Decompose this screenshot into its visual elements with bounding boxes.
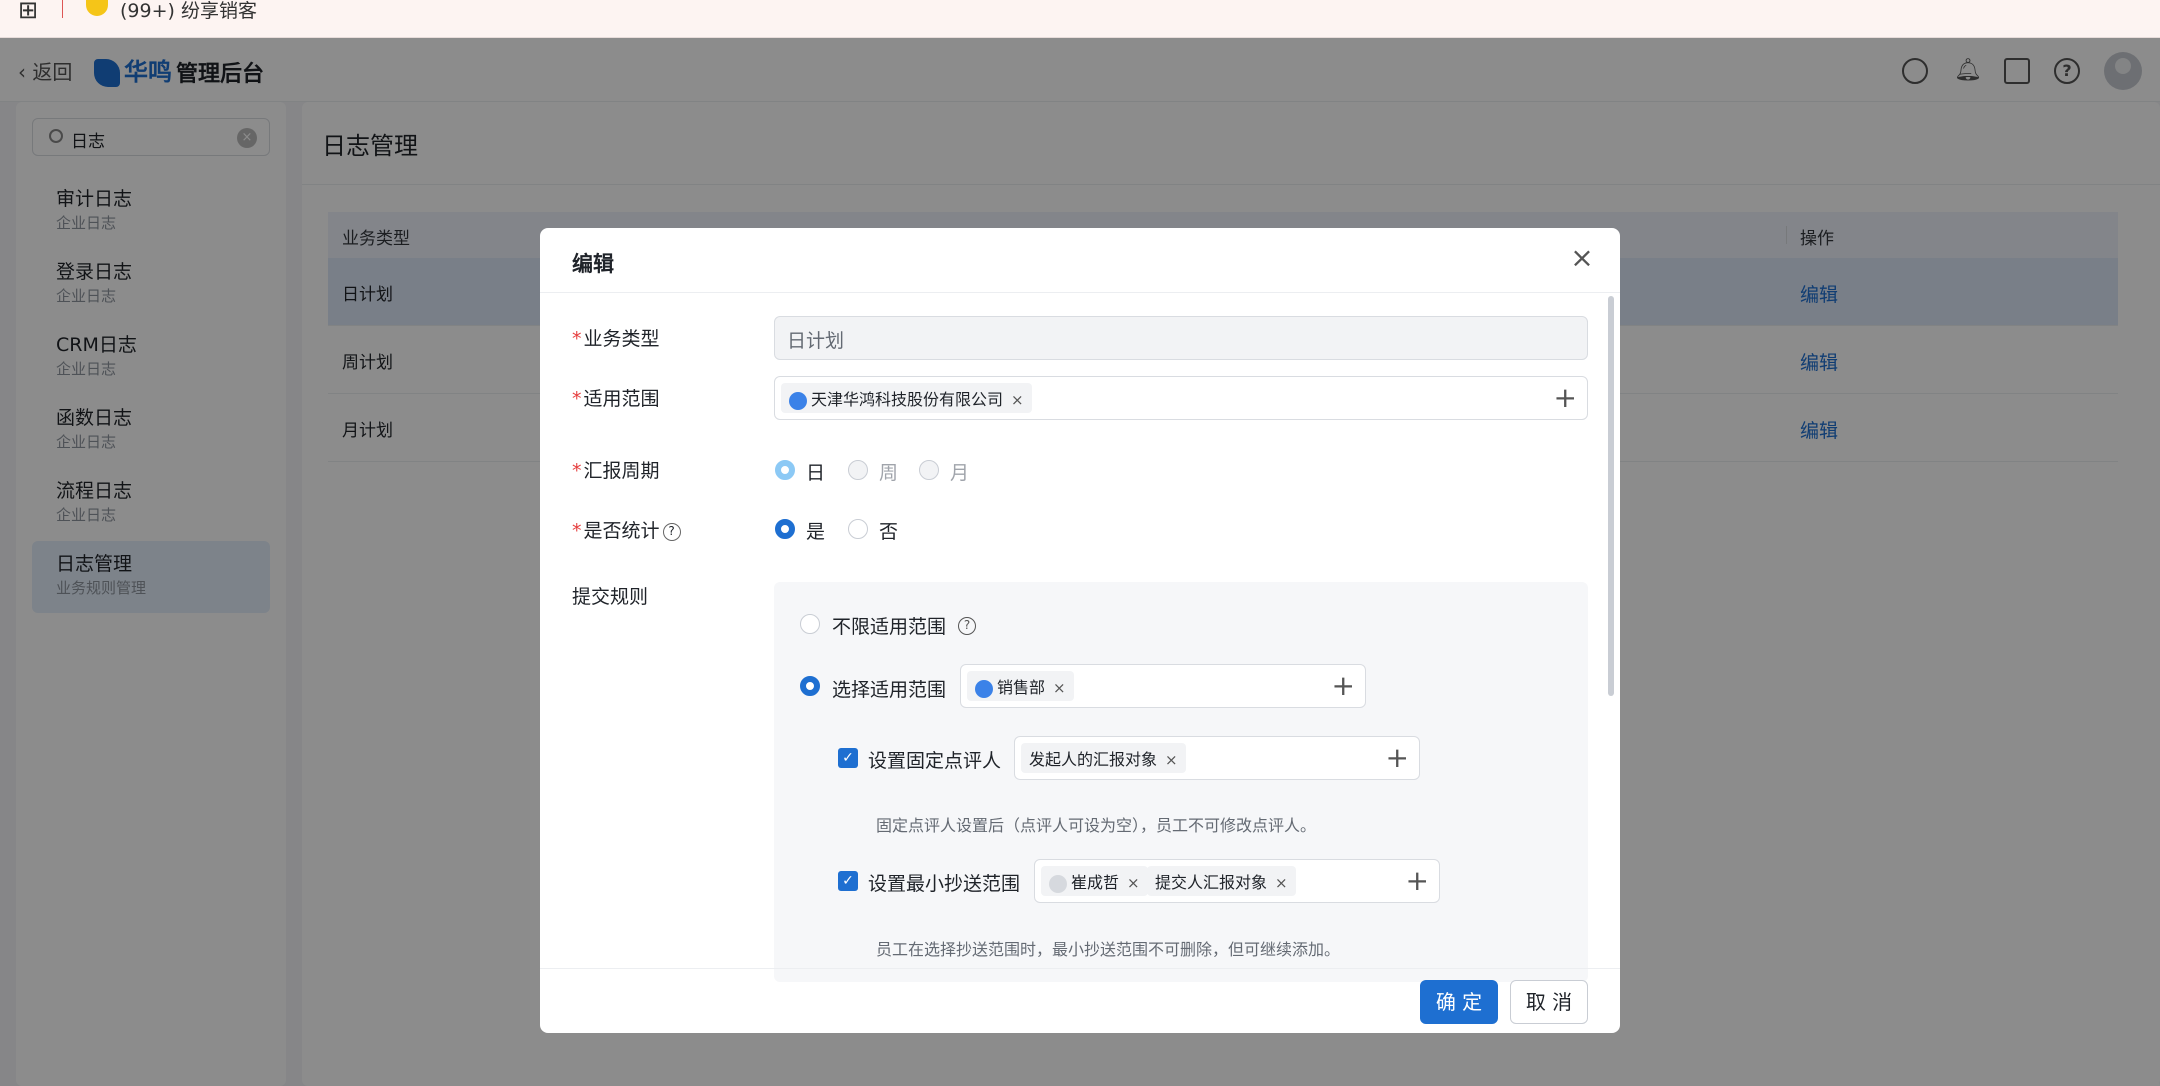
business-type-label: * 业务类型 — [572, 328, 660, 350]
period-label: * 汇报周期 — [572, 460, 660, 482]
cancel-button[interactable]: 取 消 — [1510, 980, 1588, 1024]
department-icon — [789, 391, 807, 410]
dialog-header-divider — [540, 292, 1620, 293]
rule-radio-unlimited[interactable] — [800, 614, 820, 634]
period-radio-week[interactable] — [848, 460, 868, 480]
min-cc-hint: 员工在选择抄送范围时，最小抄送范围不可删除，但可继续添加。 — [876, 940, 1341, 959]
scrollbar-thumb[interactable] — [1608, 296, 1614, 696]
rule-label: 提交规则 — [572, 586, 649, 608]
dialog-scrollbar[interactable] — [1608, 296, 1614, 936]
help-icon[interactable]: ? — [662, 522, 681, 541]
rule-radio-select[interactable] — [800, 676, 820, 696]
min-cc-selector[interactable]: 崔成哲 × 提交人汇报对象 × + — [1034, 859, 1440, 903]
min-cc-label: 设置最小抄送范围 — [868, 873, 1021, 895]
stat-radio-yes[interactable] — [775, 519, 795, 539]
fixed-reviewer-tag: 发起人的汇报对象 × — [1021, 743, 1186, 773]
min-cc-tag: 提交人汇报对象 × — [1147, 866, 1296, 896]
browser-tab-title[interactable]: (99+) 纷享销客 — [120, 0, 257, 23]
business-type-field: 日计划 — [774, 316, 1588, 360]
remove-tag-icon[interactable]: × — [1275, 874, 1288, 892]
remove-tag-icon[interactable]: × — [1127, 874, 1140, 892]
dialog-footer-divider — [540, 968, 1620, 969]
stat-option-no: 否 — [879, 521, 899, 543]
fixed-reviewer-label: 设置固定点评人 — [868, 750, 1002, 772]
tab-divider — [62, 0, 63, 18]
scope-selector[interactable]: 天津华鸿科技股份有限公司 × + — [774, 376, 1588, 420]
confirm-button[interactable]: 确 定 — [1420, 980, 1498, 1024]
remove-tag-icon[interactable]: × — [1165, 751, 1178, 769]
period-option-month: 月 — [950, 462, 970, 484]
period-radio-month[interactable] — [919, 460, 939, 480]
browser-tab-bar: ⊞ (99+) 纷享销客 — [0, 0, 2160, 38]
rule-select-label: 选择适用范围 — [832, 679, 947, 701]
min-cc-checkbox[interactable]: ✓ — [838, 871, 858, 891]
stat-radio-no[interactable] — [848, 519, 868, 539]
add-icon[interactable]: + — [1386, 744, 1409, 772]
fixed-reviewer-selector[interactable]: 发起人的汇报对象 × + — [1014, 736, 1420, 780]
period-option-day: 日 — [806, 462, 826, 484]
fixed-reviewer-checkbox[interactable]: ✓ — [838, 748, 858, 768]
min-cc-tag: 崔成哲 × — [1041, 866, 1148, 896]
add-icon[interactable]: + — [1332, 672, 1355, 700]
dialog-title: 编辑 — [572, 252, 614, 276]
remove-tag-icon[interactable]: × — [1011, 391, 1024, 409]
add-icon[interactable]: + — [1554, 384, 1577, 412]
remove-tag-icon[interactable]: × — [1053, 679, 1066, 697]
rule-scope-selector[interactable]: 销售部 × + — [960, 664, 1366, 708]
help-icon[interactable]: ? — [958, 617, 976, 635]
scope-tag: 天津华鸿科技股份有限公司 × — [781, 383, 1032, 413]
favicon-icon — [86, 0, 108, 16]
add-icon[interactable]: + — [1406, 867, 1429, 895]
department-icon — [975, 679, 993, 698]
edit-dialog: 编辑 × * 业务类型 日计划 * 适用范围 天津华鸿科技股份有限公司 × + * 汇报… — [540, 228, 1620, 1033]
scope-label: * 适用范围 — [572, 388, 660, 410]
period-option-week: 周 — [879, 462, 899, 484]
close-icon[interactable]: × — [1568, 244, 1596, 272]
stat-option-yes: 是 — [806, 521, 826, 543]
rule-panel: 不限适用范围 ? 选择适用范围 销售部 × + ✓ 设置固定点评人 发起人的汇报对… — [774, 582, 1588, 982]
fixed-reviewer-hint: 固定点评人设置后（点评人可设为空），员工不可修改点评人。 — [876, 816, 1317, 835]
rule-scope-tag: 销售部 × — [967, 671, 1074, 701]
apps-grid-icon[interactable]: ⊞ — [18, 0, 38, 22]
person-icon — [1049, 874, 1067, 893]
stat-label: * 是否统计? — [572, 516, 681, 543]
rule-unlimited-label: 不限适用范围 — [832, 616, 947, 638]
period-radio-day[interactable] — [775, 460, 795, 480]
